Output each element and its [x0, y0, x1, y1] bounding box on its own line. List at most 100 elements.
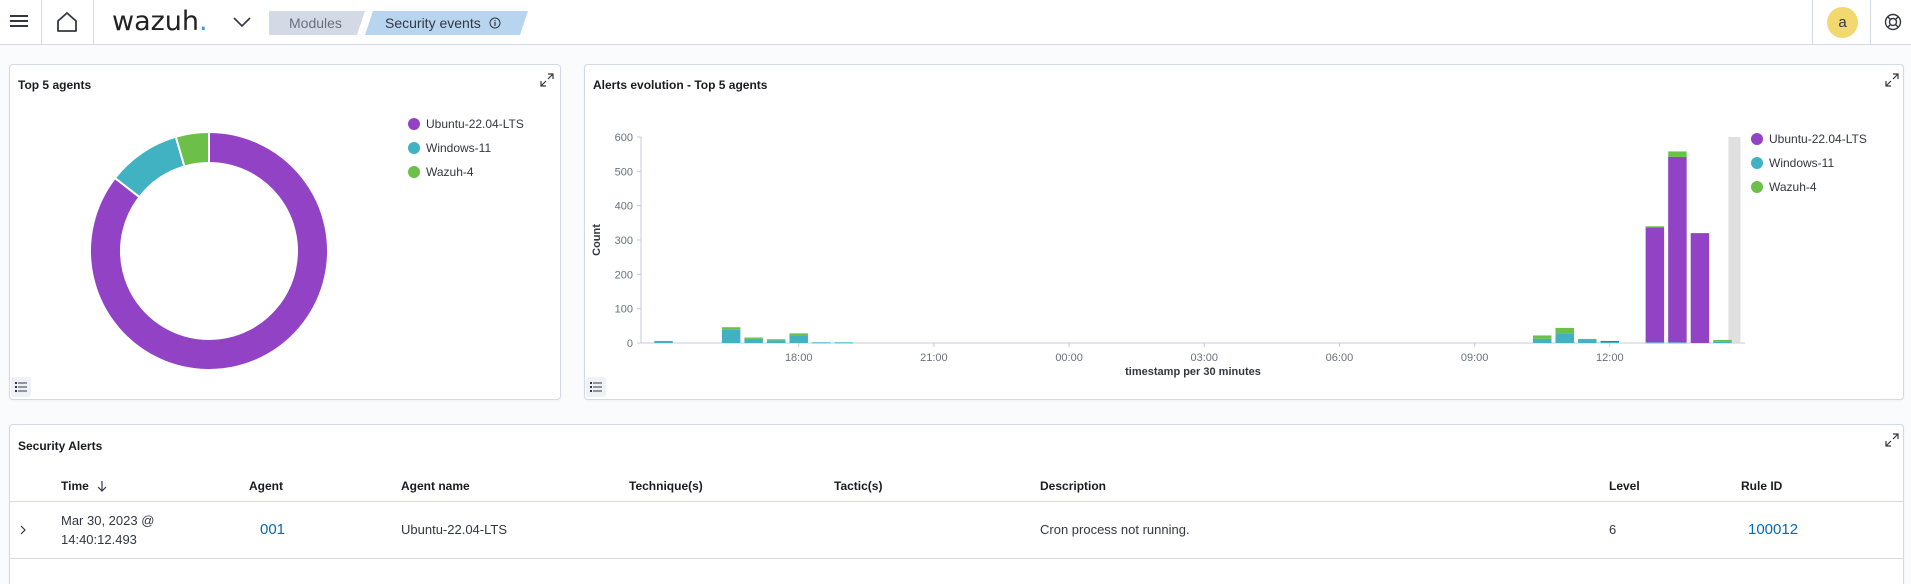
wazuh-logo[interactable]: wazuh.	[112, 6, 208, 37]
list-icon	[590, 382, 602, 392]
column-header-tactics[interactable]: Tactic(s)	[834, 479, 882, 493]
bar-segment[interactable]	[1668, 151, 1687, 157]
y-tick-label: 500	[615, 166, 633, 178]
chevron-right-icon[interactable]	[18, 525, 28, 535]
legend-item-windows[interactable]: Windows-11	[408, 136, 524, 160]
legend-dot	[1751, 156, 1763, 169]
cell-agent-name: Ubuntu-22.04-LTS	[401, 522, 507, 537]
bar-segment[interactable]	[744, 337, 763, 339]
y-axis-label: Count	[591, 224, 603, 256]
alerts-evolution-bar-chart: 0 100 200 300 400 500 600 Count 18:00 21:00 00:00 0…	[591, 132, 1745, 378]
sort-descending-icon[interactable]	[96, 480, 108, 492]
security-alerts-title: Security Alerts	[18, 439, 103, 453]
expand-icon[interactable]	[1885, 433, 1899, 447]
column-header-rule-id[interactable]: Rule ID	[1741, 479, 1782, 493]
legend-dot	[408, 165, 420, 178]
toggle-legend-button[interactable]	[586, 377, 606, 397]
y-tick-label: 100	[615, 304, 633, 316]
bar-segment[interactable]	[789, 335, 808, 343]
x-tick-label: 18:00	[785, 352, 813, 364]
legend-item-wazuh[interactable]: Wazuh-4	[408, 160, 524, 184]
bar-segment[interactable]	[1578, 338, 1597, 340]
top-agents-legend: Ubuntu-22.04-LTS Windows-11 Wazuh-4	[408, 112, 524, 184]
column-header-time[interactable]: Time	[61, 479, 108, 493]
x-tick-label: 09:00	[1461, 352, 1489, 364]
info-icon[interactable]	[489, 17, 501, 29]
cell-time-date: Mar 30, 2023 @	[61, 513, 155, 528]
bar-segment[interactable]	[654, 340, 673, 343]
bar-segment[interactable]	[766, 340, 786, 343]
table-row[interactable]: Mar 30, 2023 @ 14:40:12.493 001 Ubuntu-2…	[10, 502, 1903, 558]
cell-description: Cron process not running.	[1040, 522, 1190, 537]
bar-segment[interactable]	[1645, 342, 1665, 344]
bar-segment[interactable]	[1600, 340, 1620, 342]
x-axis-label: timestamp per 30 minutes	[1125, 366, 1261, 378]
legend-label: Windows-11	[1769, 156, 1835, 170]
legend-label: Wazuh-4	[426, 165, 474, 179]
menu-icon[interactable]	[10, 12, 30, 32]
bar-segment[interactable]	[1668, 342, 1687, 344]
bar-segment[interactable]	[721, 327, 741, 330]
column-header-agent-name[interactable]: Agent name	[401, 479, 470, 493]
chevron-down-icon[interactable]	[232, 12, 252, 32]
header-divider	[1812, 0, 1813, 44]
column-header-level[interactable]: Level	[1609, 479, 1640, 493]
legend-label: Ubuntu-22.04-LTS	[1769, 132, 1867, 146]
bar-segment[interactable]	[1713, 339, 1732, 342]
bar-segment[interactable]	[1532, 338, 1552, 343]
y-tick-label: 400	[615, 201, 633, 213]
alerts-evolution-panel: Alerts evolution - Top 5 agents 0 100 200 3…	[584, 64, 1904, 400]
x-tick-label: 06:00	[1326, 352, 1354, 364]
help-icon[interactable]	[1884, 13, 1902, 31]
home-icon[interactable]	[55, 10, 79, 34]
legend-dot	[1751, 180, 1763, 193]
y-tick-label: 200	[615, 269, 633, 281]
bar-segment[interactable]	[1645, 226, 1665, 228]
legend-label: Wazuh-4	[1769, 180, 1817, 194]
x-tick-label: 00:00	[1055, 352, 1083, 364]
legend-item-ubuntu[interactable]: Ubuntu-22.04-LTS	[408, 112, 524, 136]
toggle-legend-button[interactable]	[11, 377, 31, 397]
current-time-band	[1728, 137, 1741, 343]
cell-agent-link[interactable]: 001	[260, 521, 285, 538]
cell-level: 6	[1609, 522, 1617, 537]
header-divider	[1870, 0, 1871, 44]
breadcrumb-current-label: Security events	[385, 15, 481, 31]
bar-segment[interactable]	[812, 342, 831, 344]
legend-dot	[408, 141, 420, 154]
alerts-evolution-legend: Ubuntu-22.04-LTS Windows-11 Wazuh-4	[1751, 127, 1867, 199]
column-header-techniques[interactable]: Technique(s)	[629, 479, 703, 493]
y-tick-label: 300	[615, 235, 633, 247]
bar-segment[interactable]	[1555, 333, 1574, 343]
bar-segment[interactable]	[1668, 156, 1687, 343]
legend-dot	[408, 117, 420, 130]
y-tick-label: 0	[627, 338, 633, 350]
bar-segment[interactable]	[766, 339, 786, 341]
top-header: wazuh. Modules Security events a	[0, 0, 1911, 45]
bar-segment[interactable]	[721, 329, 741, 343]
legend-label: Windows-11	[426, 141, 492, 155]
cell-time-clock: 14:40:12.493	[61, 532, 137, 547]
bar-segment[interactable]	[1690, 233, 1710, 343]
bar-segment[interactable]	[834, 342, 854, 344]
legend-item-ubuntu[interactable]: Ubuntu-22.04-LTS	[1751, 127, 1867, 151]
bar-segment[interactable]	[744, 338, 763, 343]
column-header-agent[interactable]: Agent	[249, 479, 283, 493]
bar-segment[interactable]	[1645, 227, 1665, 343]
column-header-description[interactable]: Description	[1040, 479, 1106, 493]
user-avatar[interactable]: a	[1827, 7, 1858, 38]
legend-item-wazuh[interactable]: Wazuh-4	[1751, 175, 1867, 199]
x-tick-label: 21:00	[920, 352, 948, 364]
bar-segment[interactable]	[1532, 335, 1552, 339]
legend-label: Ubuntu-22.04-LTS	[426, 117, 524, 131]
legend-item-windows[interactable]: Windows-11	[1751, 151, 1867, 175]
bar-segment[interactable]	[789, 333, 808, 336]
y-tick-label: 600	[615, 132, 633, 144]
bar-segment[interactable]	[1555, 327, 1574, 334]
bar-segment[interactable]	[1578, 339, 1597, 343]
bar-segment[interactable]	[1713, 341, 1732, 343]
cell-rule-id-link[interactable]: 100012	[1748, 521, 1798, 538]
list-icon	[15, 382, 27, 392]
x-tick-label: 03:00	[1190, 352, 1218, 364]
breadcrumb-modules[interactable]: Modules	[269, 11, 365, 35]
